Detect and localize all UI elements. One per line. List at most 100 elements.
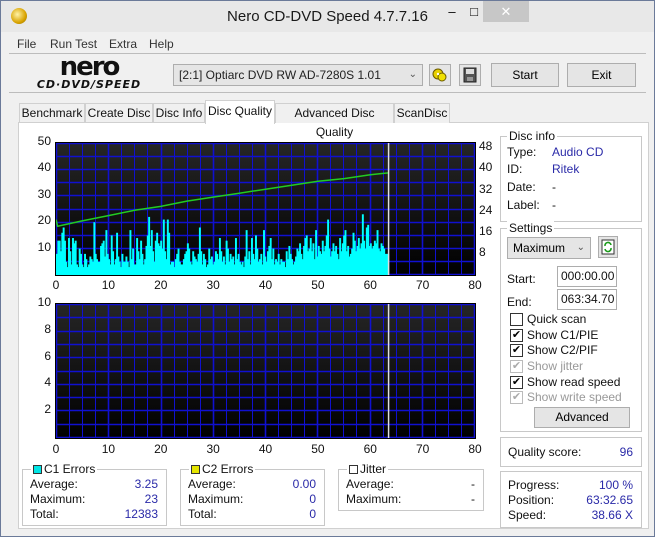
axis-tick-label: 32 [479, 181, 493, 196]
advanced-button[interactable]: Advanced [534, 407, 630, 428]
c1-total-label: Total: [30, 507, 59, 521]
speed-select[interactable]: Maximum ⌄ [507, 237, 591, 259]
progress-label: Progress: [508, 478, 560, 492]
drive-select-value: [2:1] Optiarc DVD RW AD-7280S 1.01 [179, 68, 381, 82]
c2-average-value: 0.00 [292, 477, 316, 491]
grid [55, 142, 476, 276]
axis-tick-label: 6 [44, 348, 51, 363]
id-label: ID: [507, 162, 523, 176]
axis-tick-label: 20 [154, 278, 168, 292]
show-jitter-checkbox: ✔ [510, 360, 523, 373]
show-write-speed-label: Show write speed [527, 390, 622, 404]
tab-disc-quality[interactable]: Disc Quality [205, 100, 275, 124]
axis-tick-label: 60 [363, 442, 377, 456]
axis-tick-label: 0 [52, 278, 60, 292]
axis-tick-label: 24 [479, 202, 493, 217]
axis-tick-label: 50 [311, 278, 325, 292]
show-c2-checkbox[interactable]: ✔ [510, 344, 523, 357]
c1-average-label: Average: [30, 477, 78, 491]
axis-tick-label: 70 [415, 442, 430, 456]
tab-benchmark[interactable]: Benchmark [19, 103, 85, 123]
window-title: Nero CD-DVD Speed 4.7.7.16 [227, 8, 428, 25]
date-value: - [552, 180, 556, 194]
axis-tick-label: 10 [101, 442, 116, 456]
axis-tick-label: 4 [44, 375, 51, 390]
axis-tick-label: 48 [479, 139, 493, 154]
close-button[interactable]: ✕ [483, 1, 529, 22]
tab-create-disc[interactable]: Create Disc [85, 103, 153, 123]
quality-score-label: Quality score: [508, 445, 582, 459]
c2-chart-svg [55, 303, 476, 439]
axis-tick-label: 40 [258, 278, 273, 292]
disc-info-title: Disc info [507, 129, 558, 143]
progress-group: Progress: 100 % Position: 63:32.65 Speed… [500, 471, 642, 528]
c1-maximum-label: Maximum: [30, 492, 86, 506]
nero-logo: nero CD·DVD∕SPEED [9, 52, 169, 93]
start-time-input[interactable]: 000:00.00 [557, 266, 617, 287]
axis-tick-label: 40 [479, 160, 493, 175]
type-value: Audio CD [552, 145, 604, 159]
position-value: 63:32.65 [586, 493, 633, 507]
progress-value: 100 % [598, 478, 633, 492]
jitter-group: Jitter Average: - Maximum: - [338, 462, 484, 511]
app-window: Nero CD-DVD Speed 4.7.7.16 ‒ □ ✕ File Ru… [0, 0, 655, 537]
position-label: Position: [508, 493, 555, 507]
c2-total-label: Total: [188, 507, 217, 521]
c2-color-swatch [191, 465, 200, 474]
refresh-drives-button[interactable] [429, 64, 451, 86]
speed-select-value: Maximum [513, 241, 566, 255]
c2-errors-title-text: C2 Errors [202, 462, 254, 476]
show-read-speed-label[interactable]: Show read speed [527, 375, 620, 389]
jitter-color-swatch [349, 465, 358, 474]
save-button[interactable] [459, 64, 481, 86]
axis-tick-label: 30 [206, 278, 220, 292]
date-label: Date: [507, 180, 536, 194]
c1-errors-title: C1 Errors [31, 462, 98, 476]
grid [55, 303, 476, 439]
c2-chart [55, 303, 476, 439]
axis-tick-label: 30 [206, 442, 220, 456]
c2-maximum-label: Maximum: [188, 492, 244, 506]
c2-errors-title: C2 Errors [189, 462, 256, 476]
tab-advanced-disc-quality[interactable]: Advanced Disc Quality [275, 103, 394, 139]
c2-errors-group: C2 Errors Average: 0.00 Maximum: 0 Total… [180, 462, 325, 526]
drive-select[interactable]: [2:1] Optiarc DVD RW AD-7280S 1.01 ⌄ [173, 64, 423, 86]
axis-tick-label: 10 [37, 239, 51, 254]
tab-disc-info[interactable]: Disc Info [153, 103, 205, 123]
menu-file[interactable]: File [17, 37, 36, 51]
speed-label: Speed: [508, 508, 547, 522]
axis-tick-label: 80 [468, 442, 482, 456]
start-label: Start: [507, 272, 536, 286]
type-label: Type: [507, 145, 537, 159]
axis-tick-label: 8 [44, 321, 51, 336]
settings-title: Settings [507, 221, 555, 235]
exit-button[interactable]: Exit [567, 63, 636, 87]
c1-errors-group: C1 Errors Average: 3.25 Maximum: 23 Tota… [22, 462, 167, 526]
axis-tick-label: 20 [37, 213, 51, 228]
settings-group: Settings Maximum ⌄ Start: 000:00.00 End:… [500, 221, 642, 432]
show-read-speed-checkbox[interactable]: ✔ [510, 376, 523, 389]
show-c1-checkbox[interactable]: ✔ [510, 329, 523, 342]
menu-run-test[interactable]: Run Test [50, 37, 97, 51]
logo-text: nero [59, 52, 121, 82]
show-c2-label[interactable]: Show C2/PIF [527, 343, 598, 357]
axis-tick-label: 60 [363, 278, 377, 292]
quick-scan-checkbox[interactable] [510, 313, 523, 326]
end-time-input[interactable]: 063:34.70 [557, 289, 617, 310]
start-button[interactable]: Start [491, 63, 559, 87]
label-value: - [552, 198, 556, 212]
menu-extra[interactable]: Extra [109, 37, 137, 51]
tab-scandisc[interactable]: ScanDisc [394, 103, 450, 123]
axis-tick-label: 30 [37, 186, 51, 201]
c1-color-swatch [33, 465, 42, 474]
menu-help[interactable]: Help [149, 37, 174, 51]
axis-tick-label: 16 [479, 223, 493, 238]
refresh-speed-button[interactable] [598, 236, 618, 258]
axis-tick-label: 2 [44, 402, 51, 417]
quick-scan-label[interactable]: Quick scan [527, 312, 586, 326]
id-value: Ritek [552, 162, 580, 176]
axis-tick-label: 70 [415, 278, 430, 292]
show-c1-label[interactable]: Show C1/PIE [527, 328, 598, 342]
disc-refresh-icon [432, 68, 447, 82]
read-speed-line [55, 172, 389, 228]
